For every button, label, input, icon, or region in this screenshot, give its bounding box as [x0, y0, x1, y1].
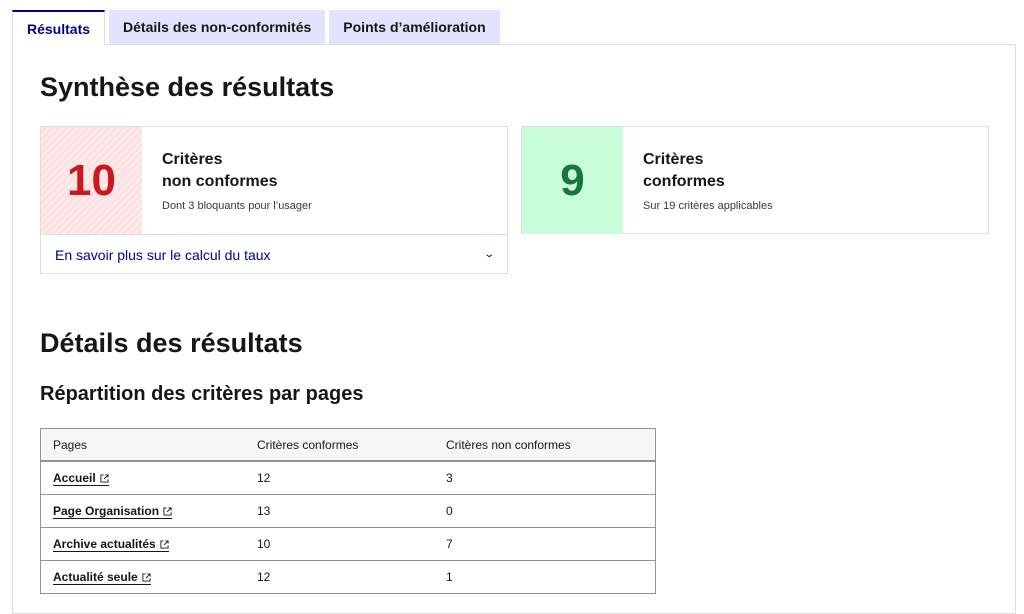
non-conformes-label-line1: Critères [162, 151, 223, 168]
calcul-taux-label: En savoir plus sur le calcul du taux [55, 246, 271, 263]
page-link-organisation[interactable]: Page Organisation [53, 504, 173, 519]
external-link-icon [100, 474, 109, 483]
repartition-subtitle: Répartition des critères par pages [40, 383, 364, 405]
details-title: Détails des résultats [40, 328, 303, 358]
page-link-accueil[interactable]: Accueil [53, 471, 109, 486]
chevron-down-icon: ⌄ [482, 249, 495, 260]
conformes-cell: 12 [245, 560, 434, 594]
page-link-actualite-seule[interactable]: Actualité seule [53, 570, 151, 585]
table-header-row: Pages Critères conformes Critères non co… [40, 428, 656, 462]
page-link-label: Archive actualités [53, 537, 156, 551]
conformes-sub: Sur 19 critères applicables [643, 200, 773, 212]
header-pages: Pages [40, 428, 245, 462]
non-conformes-sub: Dont 3 bloquants pour l’usager [162, 200, 312, 212]
page-cell: Accueil [40, 461, 245, 495]
table-row: Archive actualités 10 7 [40, 527, 656, 561]
conformes-label-line1: Critères [643, 151, 704, 168]
non-conformes-cell: 1 [434, 560, 656, 594]
tab-details-non-conformites[interactable]: Détails des non-conformités [109, 10, 326, 44]
tab-points-amelioration[interactable]: Points d’amélioration [329, 10, 500, 44]
page-link-archive-actualites[interactable]: Archive actualités [53, 537, 169, 552]
non-conformes-cell: 0 [434, 494, 656, 528]
page-link-label: Page Organisation [53, 504, 160, 518]
page-link-label: Actualité seule [53, 570, 138, 584]
header-conformes: Critères conformes [245, 428, 434, 462]
synthese-title: Synthèse des résultats [40, 72, 335, 102]
page-cell: Archive actualités [40, 527, 245, 561]
non-conformes-card: 10 Critères non conformes Dont 3 bloquan… [40, 126, 508, 274]
non-conformes-label-line2: non conformes [162, 173, 278, 190]
table-row: Actualité seule 12 1 [40, 560, 656, 594]
external-link-icon [142, 573, 151, 582]
table-row: Accueil 12 3 [40, 461, 656, 495]
tab-resultats[interactable]: Résultats [12, 10, 106, 45]
non-conformes-cell: 3 [434, 461, 656, 495]
conformes-count: 9 [522, 127, 623, 234]
conformes-cell: 10 [245, 527, 434, 561]
non-conformes-cell: 7 [434, 527, 656, 561]
external-link-icon [160, 540, 169, 549]
conformes-label: Critères conformes [643, 149, 725, 193]
tab-list: Résultats Détails des non-conformités Po… [12, 10, 500, 45]
results-table: Pages Critères conformes Critères non co… [40, 428, 656, 594]
page-cell: Page Organisation [40, 494, 245, 528]
page-link-label: Accueil [53, 471, 96, 485]
page-cell: Actualité seule [40, 560, 245, 594]
conformes-cell: 12 [245, 461, 434, 495]
non-conformes-label: Critères non conformes [162, 149, 278, 193]
calcul-taux-accordion[interactable]: En savoir plus sur le calcul du taux ⌄ [41, 234, 507, 274]
external-link-icon [163, 507, 172, 516]
conformes-label-line2: conformes [643, 173, 725, 190]
conformes-cell: 13 [245, 494, 434, 528]
header-non-conformes: Critères non conformes [434, 428, 656, 462]
conformes-card: 9 Critères conformes Sur 19 critères app… [521, 126, 989, 234]
table-row: Page Organisation 13 0 [40, 494, 656, 528]
non-conformes-count: 10 [41, 127, 142, 234]
